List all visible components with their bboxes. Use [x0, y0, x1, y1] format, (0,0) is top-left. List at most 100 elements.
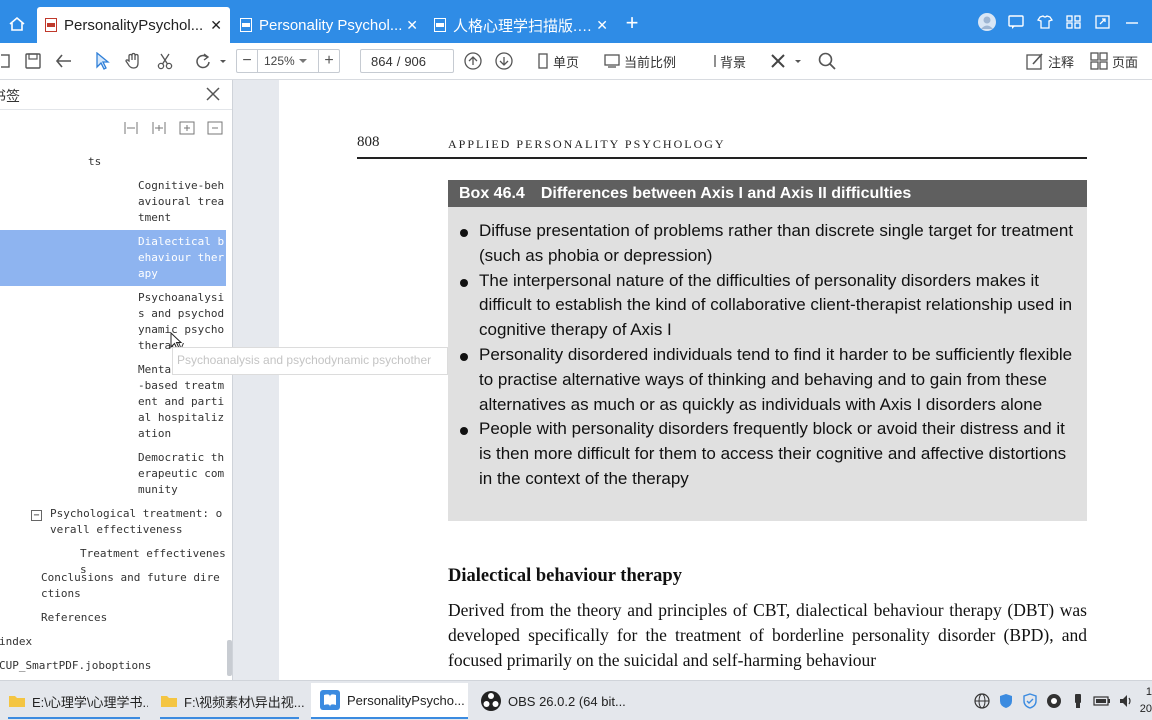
outline-item-references[interactable]: References	[41, 610, 226, 626]
annotate-icon[interactable]	[1025, 50, 1045, 72]
outline-item-joboptions[interactable]: CUP_SmartPDF.joboptions	[0, 658, 225, 674]
next-page-icon[interactable]	[493, 50, 515, 72]
save-icon[interactable]	[22, 50, 44, 72]
outline-item[interactable]: ts	[88, 154, 148, 170]
add-bookmark-icon[interactable]	[178, 120, 196, 136]
section-body-text: Derived from the theory and principles o…	[448, 600, 1087, 670]
outline-item-conclusions[interactable]: Conclusions and future directions	[41, 570, 226, 602]
outline-item-cbt[interactable]: Cognitive-behavioural treatment	[138, 178, 226, 226]
remove-bookmark-icon[interactable]	[206, 120, 224, 136]
page-separator: /	[396, 53, 401, 69]
tab-close-icon[interactable]: ✕	[210, 17, 222, 34]
page-number: 808	[357, 134, 380, 150]
bookmark-sidebar: 书签 ts Cognitive-behavioural treatment Di…	[0, 80, 233, 680]
single-page-icon[interactable]	[536, 50, 550, 72]
tab-personality-scan[interactable]: 人格心理学扫描版.p... ✕	[426, 7, 616, 43]
page-view-button[interactable]: 页面	[1112, 52, 1138, 71]
collapse-toggle[interactable]: −	[31, 510, 42, 521]
minimize-icon[interactable]	[1117, 9, 1146, 35]
outline-item-democratic-community[interactable]: Democratic therapeutic community	[138, 450, 226, 498]
outline-item-overall-effectiveness[interactable]: Psychological treatment: overall effecti…	[50, 506, 226, 538]
page-number-field[interactable]: 864 / 906	[360, 49, 454, 73]
taskbar-label: F:\视频素材\异出视...	[184, 694, 305, 710]
running-title: APPLIED PERSONALITY PSYCHOLOGY	[448, 137, 726, 151]
hand-tool-icon[interactable]	[122, 50, 144, 72]
page-view-icon[interactable]	[1089, 50, 1109, 72]
taskbar-label: PersonalityPsycho...	[347, 692, 465, 708]
copy-icon[interactable]	[0, 50, 12, 72]
system-tray	[970, 681, 1138, 720]
globe-icon[interactable]	[970, 681, 994, 720]
collapse-all-icon[interactable]	[150, 120, 168, 136]
background-button[interactable]: 背景	[720, 52, 746, 71]
tab-label: 人格心理学扫描版.p...	[453, 17, 597, 35]
taskbar-item-pdf-reader[interactable]: PersonalityPsycho...	[311, 683, 468, 719]
battery-icon[interactable]	[1090, 681, 1114, 720]
select-cursor-icon[interactable]	[91, 50, 113, 72]
tab-close-icon[interactable]: ✕	[406, 17, 418, 34]
annotate-button[interactable]: 注释	[1048, 52, 1074, 71]
skin-icon[interactable]	[1030, 9, 1059, 35]
reader-app-icon	[320, 690, 340, 710]
shield-icon[interactable]	[994, 681, 1018, 720]
zoom-value: 125%	[264, 54, 295, 68]
fullscreen-icon[interactable]	[1088, 9, 1117, 35]
sidebar-tools	[122, 120, 224, 136]
taskbar-label: E:\心理学\心理学书...	[32, 694, 148, 710]
avatar[interactable]	[972, 9, 1001, 35]
sidebar-title: 书签	[0, 88, 20, 104]
zoom-select[interactable]: 125%	[257, 50, 319, 72]
bookmark-tooltip: Psychoanalysis and psychodynamic psychot…	[172, 347, 448, 375]
fit-ratio-button[interactable]: 当前比例	[624, 52, 676, 71]
taskbar-item-explorer-2[interactable]: F:\视频素材\异出视...	[152, 683, 307, 719]
taskbar-item-obs[interactable]: OBS 26.0.2 (64 bit...	[472, 683, 627, 719]
security-icon[interactable]	[1018, 681, 1042, 720]
close-icon[interactable]	[204, 85, 222, 103]
message-icon[interactable]	[1001, 9, 1030, 35]
bullet-item: The interpersonal nature of the difficul…	[460, 269, 1077, 343]
single-page-button[interactable]: 单页	[553, 52, 579, 71]
taskbar-item-explorer-1[interactable]: E:\心理学\心理学书...	[0, 683, 148, 719]
usb-icon[interactable]	[1066, 681, 1090, 720]
document-viewport[interactable]: 808 APPLIED PERSONALITY PSYCHOLOGY Box 4…	[233, 80, 1152, 680]
system-clock[interactable]: 1 20	[1138, 684, 1152, 718]
search-icon[interactable]	[816, 50, 838, 72]
tab-personality-psychology-2[interactable]: Personality Psychol... ✕	[232, 7, 426, 43]
background-icon[interactable]	[712, 50, 718, 72]
tab-close-icon[interactable]: ✕	[596, 17, 608, 34]
sidebar-scrollbar[interactable]	[227, 640, 232, 676]
folder-icon	[9, 696, 25, 707]
layout-icon[interactable]	[1059, 9, 1088, 35]
clock-time: 1	[1145, 686, 1152, 698]
outline-item-index[interactable]: index	[0, 634, 225, 650]
pdf-icon	[240, 18, 252, 32]
new-tab-button[interactable]: +	[620, 10, 644, 36]
clock-date: 20	[1139, 703, 1152, 715]
box-title: Differences between Axis I and Axis II d…	[540, 184, 912, 202]
running-indicator	[8, 717, 140, 719]
volume-icon[interactable]	[1114, 681, 1138, 720]
running-indicator	[160, 717, 299, 719]
tab-bar: PersonalityPsychol... ✕ Personality Psyc…	[0, 0, 1152, 43]
home-icon[interactable]	[0, 5, 34, 43]
sidebar-header: 书签	[0, 80, 232, 110]
fit-ratio-icon[interactable]	[603, 50, 621, 72]
zoom-out-button[interactable]: −	[237, 50, 257, 72]
close-tools-icon[interactable]	[768, 50, 804, 72]
obs-icon	[481, 691, 501, 711]
tab-label: PersonalityPsychol...	[64, 16, 204, 34]
page-current: 864	[371, 53, 393, 69]
rotate-icon[interactable]	[191, 50, 227, 72]
undo-icon[interactable]	[53, 50, 75, 72]
cut-icon[interactable]	[154, 50, 176, 72]
bookmark-outline: ts Cognitive-behavioural treatment Diale…	[0, 144, 226, 680]
running-header: 808 APPLIED PERSONALITY PSYCHOLOGY	[357, 134, 1087, 159]
outline-item-dbt[interactable]: Dialectical behaviour therapy	[138, 234, 226, 282]
tab-personality-psychology-1[interactable]: PersonalityPsychol... ✕	[37, 7, 230, 43]
zoom-in-button[interactable]: +	[319, 50, 339, 72]
app-tray-icon[interactable]	[1042, 681, 1066, 720]
expand-all-icon[interactable]	[122, 120, 140, 136]
tab-label: Personality Psychol...	[259, 16, 403, 34]
prev-page-icon[interactable]	[462, 50, 484, 72]
zoom-control: − 125% +	[236, 49, 340, 73]
